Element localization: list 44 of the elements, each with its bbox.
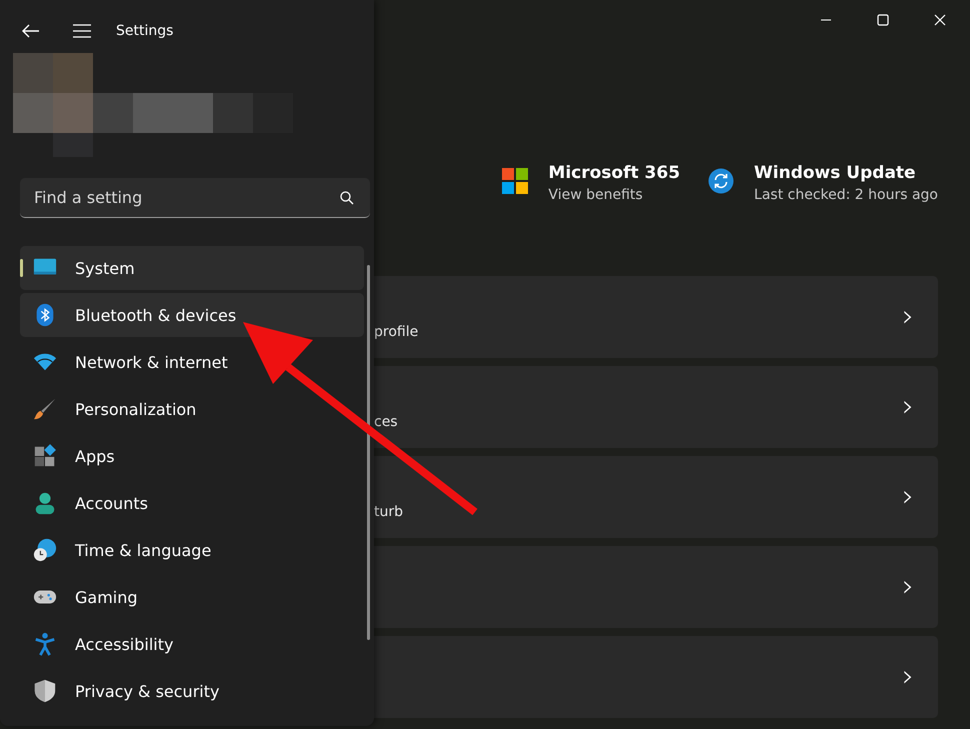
promo-subtitle: Last checked: 2 hours ago (754, 187, 938, 203)
chevron: › (902, 302, 914, 332)
globe-clock-icon (33, 538, 57, 562)
selection-indicator (20, 259, 23, 277)
chevron: › (902, 662, 914, 692)
apps-icon (33, 444, 57, 468)
chevron: › (902, 392, 914, 422)
nav-item[interactable]: Privacy & security (20, 669, 364, 713)
promo-subtitle: View benefits (548, 187, 644, 203)
window-title: Settings (116, 23, 174, 39)
settings-card[interactable]: › (374, 636, 938, 718)
refresh-icon[interactable] (708, 168, 734, 194)
promo-title[interactable]: Microsoft 365 (548, 162, 680, 184)
nav-item[interactable]: Accounts (20, 481, 364, 525)
back-arrow-icon[interactable] (22, 24, 40, 38)
maximize-icon[interactable] (877, 14, 889, 26)
nav-item[interactable]: Apps (20, 434, 364, 478)
nav-item[interactable]: Time & language (20, 528, 364, 572)
paintbrush-icon (33, 397, 57, 421)
chevron: › (902, 572, 914, 602)
card-description: profile (374, 324, 418, 340)
accessibility-icon (33, 632, 57, 656)
search-field[interactable]: Find a setting (20, 178, 370, 218)
settings-card[interactable]: profile › (374, 276, 938, 358)
settings-card[interactable]: turb › (374, 456, 938, 538)
menu-icon[interactable] (72, 23, 92, 39)
card-description: turb (374, 504, 404, 520)
settings-card[interactable]: ces › (374, 366, 938, 448)
nav-item[interactable]: Accessibility (20, 622, 364, 666)
nav-item[interactable]: Personalization (20, 387, 364, 431)
settings-card[interactable]: › (374, 546, 938, 628)
person-icon (33, 491, 57, 515)
search-icon[interactable] (340, 191, 354, 205)
close-icon[interactable] (934, 14, 946, 26)
nav-item[interactable]: Gaming (20, 575, 364, 619)
chevron: › (902, 482, 914, 512)
card-description: ces (374, 414, 398, 430)
nav-item[interactable]: System (20, 246, 364, 290)
shield-icon (33, 679, 57, 703)
nav-item[interactable]: Bluetooth & devices (20, 293, 364, 337)
four-squares-icon[interactable] (502, 168, 528, 194)
scrollbar[interactable] (367, 265, 370, 640)
promo-title[interactable]: Windows Update (754, 162, 938, 184)
nav-item[interactable]: Network & internet (20, 340, 364, 384)
